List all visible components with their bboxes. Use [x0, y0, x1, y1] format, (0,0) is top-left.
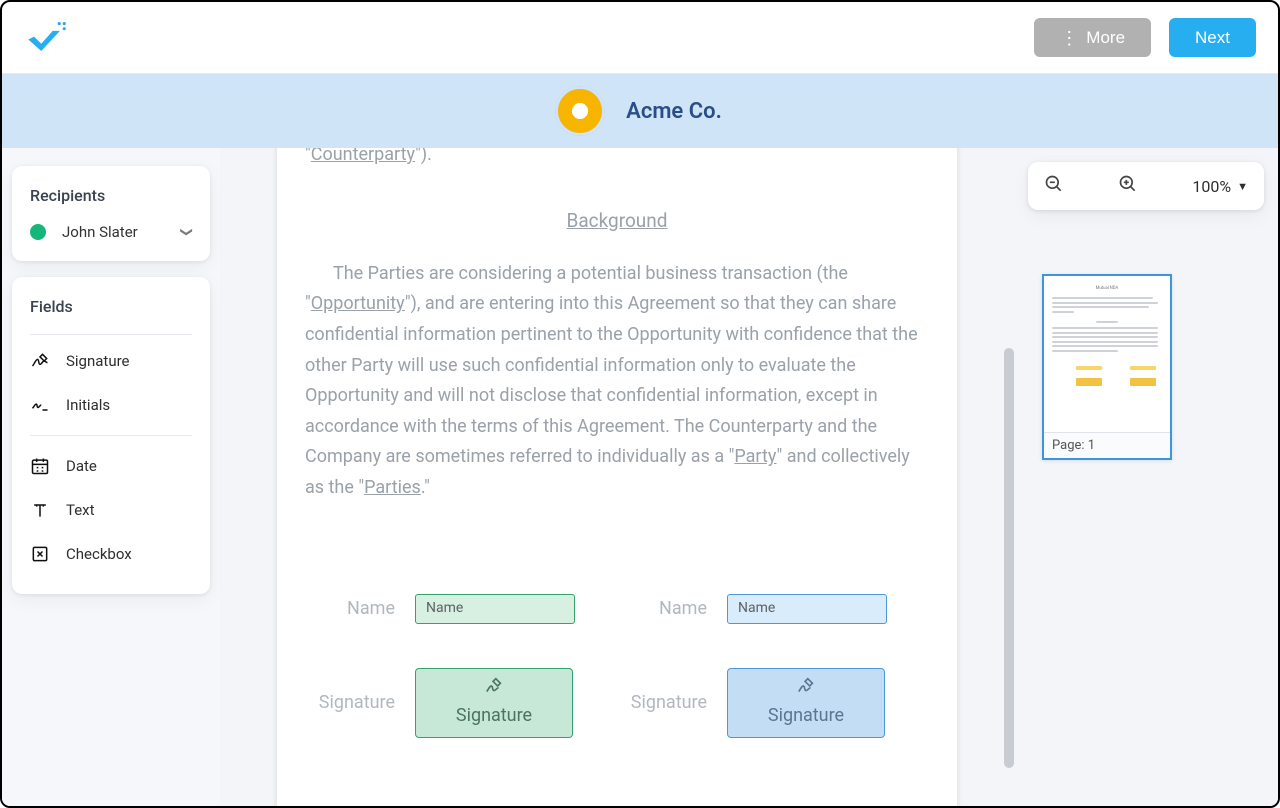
next-button-label: Next [1195, 28, 1230, 48]
divider [30, 334, 192, 335]
app-logo [24, 17, 70, 59]
signature-icon [793, 675, 819, 697]
recipient-status-dot [30, 224, 46, 240]
zoom-in-button[interactable] [1118, 174, 1138, 198]
document-page: "Counterparty"). Background The Parties … [277, 148, 957, 806]
chevron-down-icon: ❯ [180, 227, 194, 237]
scrollbar-thumb[interactable] [1004, 348, 1014, 768]
page-thumbnail-1[interactable]: Mutual NDA [1042, 274, 1172, 460]
more-dots-icon: ⋮ [1060, 29, 1076, 47]
name-field-recipient-2[interactable]: Name [727, 594, 887, 624]
left-sidebar: Recipients John Slater ❯ Fields Signatur… [2, 148, 220, 806]
recipient-name: John Slater [62, 223, 166, 241]
next-button[interactable]: Next [1169, 18, 1256, 57]
doc-section-title: Background [305, 205, 929, 237]
zoom-level-dropdown[interactable]: 100% ▼ [1192, 177, 1248, 196]
signature-field-recipient-1[interactable]: Signature [415, 668, 573, 738]
company-logo [558, 89, 602, 133]
caret-down-icon: ▼ [1237, 180, 1248, 193]
document-viewport[interactable]: "Counterparty"). Background The Parties … [220, 148, 1014, 806]
signature-area: Name Name Name Name Signatur [305, 594, 929, 739]
field-initials[interactable]: Initials [30, 385, 192, 425]
more-button[interactable]: ⋮ More [1034, 18, 1151, 57]
checkbox-icon [30, 544, 50, 564]
signature-placeholder: Signature [456, 701, 532, 732]
company-banner: Acme Co. [2, 74, 1278, 148]
field-date-label: Date [66, 457, 97, 475]
name-label-left: Name [305, 594, 395, 625]
fields-card: Fields Signature Initials [12, 277, 210, 594]
date-icon [30, 456, 50, 476]
name-field-recipient-1[interactable]: Name [415, 594, 575, 624]
field-text[interactable]: Text [30, 490, 192, 530]
signature-label-left: Signature [305, 688, 395, 719]
thumbnail-preview: Mutual NDA [1044, 276, 1170, 432]
signature-icon [481, 675, 507, 697]
thumbnail-page-label: Page: 1 [1044, 432, 1170, 458]
doc-defined-term: Opportunity [311, 293, 405, 314]
doc-text: ." [421, 477, 430, 498]
signature-field-recipient-2[interactable]: Signature [727, 668, 885, 738]
signature-label-right: Signature [617, 688, 707, 719]
recipients-title: Recipients [30, 186, 192, 205]
field-date[interactable]: Date [30, 446, 192, 486]
zoom-level-value: 100% [1192, 177, 1231, 196]
field-text-label: Text [66, 501, 95, 519]
zoom-controls: 100% ▼ [1028, 162, 1264, 210]
doc-defined-term: Counterparty [311, 148, 415, 165]
doc-defined-term: Parties [364, 477, 421, 498]
initials-icon [30, 395, 50, 415]
name-placeholder: Name [738, 597, 775, 621]
company-name: Acme Co. [626, 99, 722, 124]
recipient-row[interactable]: John Slater ❯ [30, 223, 192, 241]
divider [30, 435, 192, 436]
name-label-right: Name [617, 594, 707, 625]
fields-title: Fields [30, 297, 192, 316]
signature-icon [30, 351, 50, 371]
text-icon [30, 500, 50, 520]
field-signature[interactable]: Signature [30, 341, 192, 381]
zoom-out-button[interactable] [1044, 174, 1064, 198]
page-thumbnails: Mutual NDA [1028, 260, 1264, 474]
name-placeholder: Name [426, 597, 463, 621]
recipients-card: Recipients John Slater ❯ [12, 166, 210, 261]
topbar: ⋮ More Next [2, 2, 1278, 74]
thumbnail-title: Mutual NDA [1052, 286, 1162, 291]
field-initials-label: Initials [66, 396, 110, 414]
doc-text: "). [415, 148, 432, 165]
field-signature-label: Signature [66, 352, 130, 370]
right-sidebar: 100% ▼ Mutual NDA [1014, 148, 1278, 806]
field-checkbox[interactable]: Checkbox [30, 534, 192, 574]
doc-text: "), and are entering into this Agreement… [305, 293, 918, 467]
more-button-label: More [1086, 28, 1125, 48]
signature-placeholder: Signature [768, 701, 844, 732]
doc-defined-term: Party [734, 446, 776, 467]
field-checkbox-label: Checkbox [66, 545, 132, 563]
